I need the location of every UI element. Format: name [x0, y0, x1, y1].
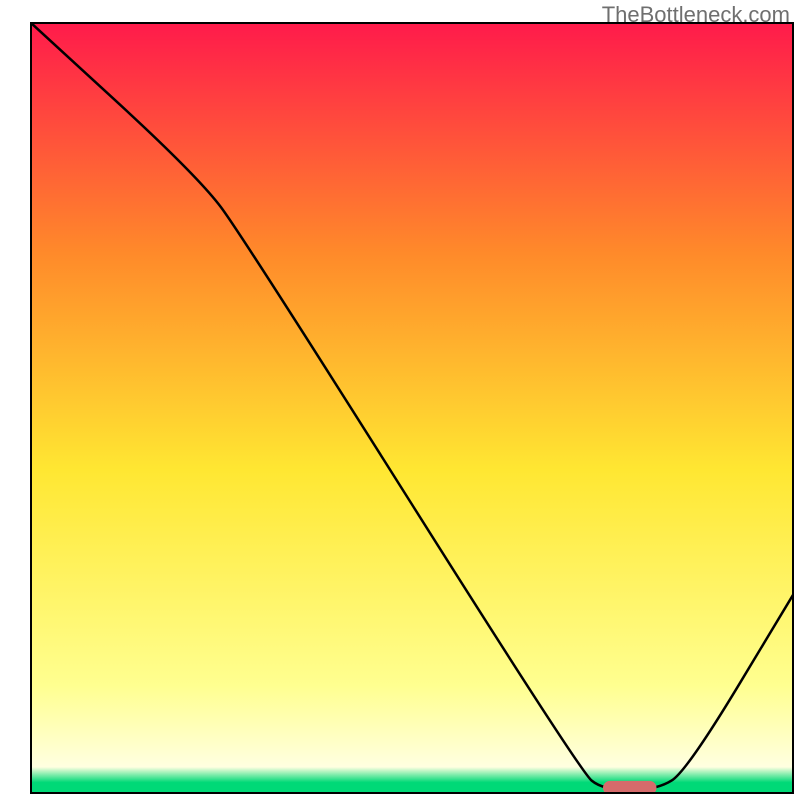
chart-background [30, 22, 794, 794]
chart-plot [30, 22, 794, 794]
chart-svg [30, 22, 794, 794]
watermark-text: TheBottleneck.com [602, 2, 790, 28]
chart-container: TheBottleneck.com [0, 0, 800, 800]
